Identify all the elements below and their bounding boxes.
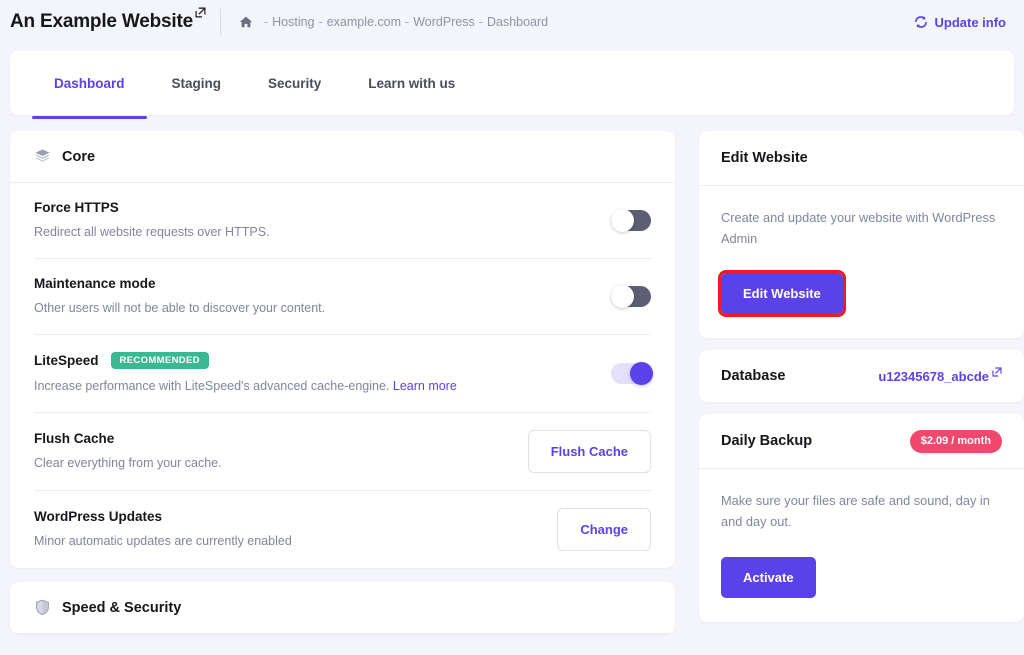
- core-card: Core Force HTTPS Redirect all website re…: [10, 131, 675, 569]
- breadcrumb-item-wordpress[interactable]: WordPress: [413, 15, 475, 29]
- edit-website-card: Edit Website Create and update your webs…: [699, 131, 1024, 339]
- litespeed-desc: Increase performance with LiteSpeed's ad…: [34, 378, 591, 395]
- top-bar: An Example Website - Hosting - example.c…: [0, 0, 1024, 44]
- tab-dashboard[interactable]: Dashboard: [32, 51, 146, 119]
- setting-title: WordPress Updates: [34, 509, 537, 524]
- shield-icon: [34, 599, 51, 616]
- database-card-title: Database: [721, 368, 786, 385]
- wordpress-updates-desc: Minor automatic updates are currently en…: [34, 534, 292, 549]
- edit-website-card-title: Edit Website: [721, 150, 808, 166]
- litespeed-learn-more-link[interactable]: Learn more: [393, 379, 457, 393]
- core-card-rows: Force HTTPS Redirect all website request…: [10, 183, 675, 568]
- main-layout: Core Force HTTPS Redirect all website re…: [0, 115, 1024, 635]
- header-divider: [219, 9, 221, 35]
- daily-backup-activate-button[interactable]: Activate: [721, 556, 816, 598]
- tab-security-label: Security: [268, 75, 322, 91]
- litespeed-title: LiteSpeed: [34, 353, 99, 368]
- litespeed-toggle[interactable]: [611, 361, 653, 385]
- breadcrumb-item-example-com[interactable]: example.com: [327, 15, 401, 29]
- breadcrumb-separator-1: -: [318, 15, 323, 29]
- core-card-header: Core: [10, 131, 675, 183]
- tab-staging-label: Staging: [171, 75, 222, 91]
- speed-security-card-header[interactable]: Speed & Security: [10, 582, 675, 635]
- site-title: An Example Website: [10, 7, 206, 33]
- setting-title: LiteSpeed RECOMMENDED: [34, 351, 591, 370]
- daily-backup-card-header: Daily Backup $2.09 / month: [699, 414, 1024, 470]
- right-column: Edit Website Create and update your webs…: [699, 131, 1024, 622]
- tab-learn-with-us-label: Learn with us: [368, 75, 456, 91]
- daily-backup-card-title: Daily Backup: [721, 433, 813, 450]
- site-title-text: An Example Website: [10, 11, 193, 32]
- breadcrumb-item-hosting[interactable]: Hosting: [272, 15, 314, 29]
- daily-backup-price-badge: $2.09 / month: [909, 429, 1002, 454]
- core-card-title: Core: [62, 148, 96, 165]
- tab-learn-with-us[interactable]: Learn with us: [368, 51, 455, 115]
- daily-backup-card-body: Make sure your files are safe and sound,…: [699, 469, 1024, 621]
- wordpress-updates-change-button[interactable]: Change: [557, 508, 651, 552]
- tab-staging[interactable]: Staging: [172, 51, 222, 115]
- setting-title: Maintenance mode: [34, 276, 591, 291]
- edit-website-card-body: Create and update your website with Word…: [699, 186, 1024, 338]
- refresh-icon: [914, 15, 928, 29]
- wordpress-updates-title: WordPress Updates: [34, 509, 163, 525]
- update-info-label: Update info: [934, 14, 1007, 30]
- litespeed-desc-text: Increase performance with LiteSpeed's ad…: [34, 379, 390, 394]
- setting-title: Flush Cache: [34, 431, 508, 446]
- maintenance-mode-title: Maintenance mode: [34, 275, 156, 291]
- setting-row-wordpress-updates: WordPress Updates Minor automatic update…: [34, 491, 651, 568]
- speed-security-card: Speed & Security: [10, 582, 675, 635]
- tab-dashboard-label: Dashboard: [54, 75, 125, 91]
- maintenance-mode-toggle[interactable]: [611, 284, 651, 308]
- edit-website-card-header: Edit Website: [699, 131, 1024, 186]
- setting-text: WordPress Updates Minor automatic update…: [34, 509, 557, 550]
- toggle-knob: [611, 208, 634, 232]
- toggle-knob: [611, 284, 634, 308]
- breadcrumb-separator-2: -: [405, 15, 410, 29]
- database-name-link[interactable]: u12345678_abcde: [878, 367, 1002, 384]
- force-https-title: Force HTTPS: [34, 200, 119, 215]
- setting-row-flush-cache: Flush Cache Clear everything from your c…: [34, 413, 651, 492]
- flush-cache-desc: Clear everything from your cache.: [34, 456, 222, 471]
- breadcrumb: - Hosting - example.com - WordPress - Da…: [239, 15, 548, 29]
- setting-row-maintenance-mode: Maintenance mode Other users will not be…: [34, 259, 651, 335]
- database-name-text: u12345678_abcde: [878, 368, 989, 384]
- tab-security[interactable]: Security: [268, 51, 321, 115]
- setting-text: Flush Cache Clear everything from your c…: [34, 431, 528, 472]
- recommended-badge: RECOMMENDED: [110, 351, 209, 370]
- update-info-button[interactable]: Update info: [914, 14, 1007, 30]
- daily-backup-desc: Make sure your files are safe and sound,…: [721, 493, 990, 530]
- force-https-desc: Redirect all website requests over HTTPS…: [34, 225, 270, 239]
- setting-text: LiteSpeed RECOMMENDED Increase performan…: [34, 351, 611, 395]
- edit-website-desc: Create and update your website with Word…: [721, 210, 996, 246]
- tab-bar: Dashboard Staging Security Learn with us: [10, 51, 1014, 119]
- toggle-knob: [630, 361, 653, 385]
- breadcrumb-separator-3: -: [478, 15, 483, 29]
- setting-row-litespeed: LiteSpeed RECOMMENDED Increase performan…: [34, 335, 653, 414]
- layers-icon: [34, 148, 51, 165]
- setting-title: Force HTTPS: [34, 200, 591, 215]
- database-card-row: Database u12345678_abcde: [699, 350, 1024, 402]
- force-https-toggle[interactable]: [611, 208, 651, 232]
- flush-cache-title: Flush Cache: [34, 431, 115, 447]
- home-icon[interactable]: [239, 15, 253, 29]
- setting-text: Maintenance mode Other users will not be…: [34, 276, 611, 317]
- left-column: Core Force HTTPS Redirect all website re…: [10, 131, 675, 635]
- external-link-icon[interactable]: [195, 7, 206, 18]
- maintenance-mode-desc: Other users will not be able to discover…: [34, 300, 326, 315]
- setting-row-force-https: Force HTTPS Redirect all website request…: [34, 183, 651, 259]
- external-link-icon: [992, 367, 1002, 377]
- daily-backup-card: Daily Backup $2.09 / month Make sure you…: [699, 414, 1024, 622]
- edit-website-button[interactable]: Edit Website: [718, 270, 846, 318]
- database-card: Database u12345678_abcde: [699, 350, 1024, 403]
- breadcrumb-separator-0: -: [263, 15, 269, 29]
- speed-security-card-title: Speed & Security: [62, 599, 182, 616]
- flush-cache-button[interactable]: Flush Cache: [527, 430, 651, 474]
- breadcrumb-item-dashboard[interactable]: Dashboard: [487, 15, 548, 29]
- setting-text: Force HTTPS Redirect all website request…: [34, 200, 611, 241]
